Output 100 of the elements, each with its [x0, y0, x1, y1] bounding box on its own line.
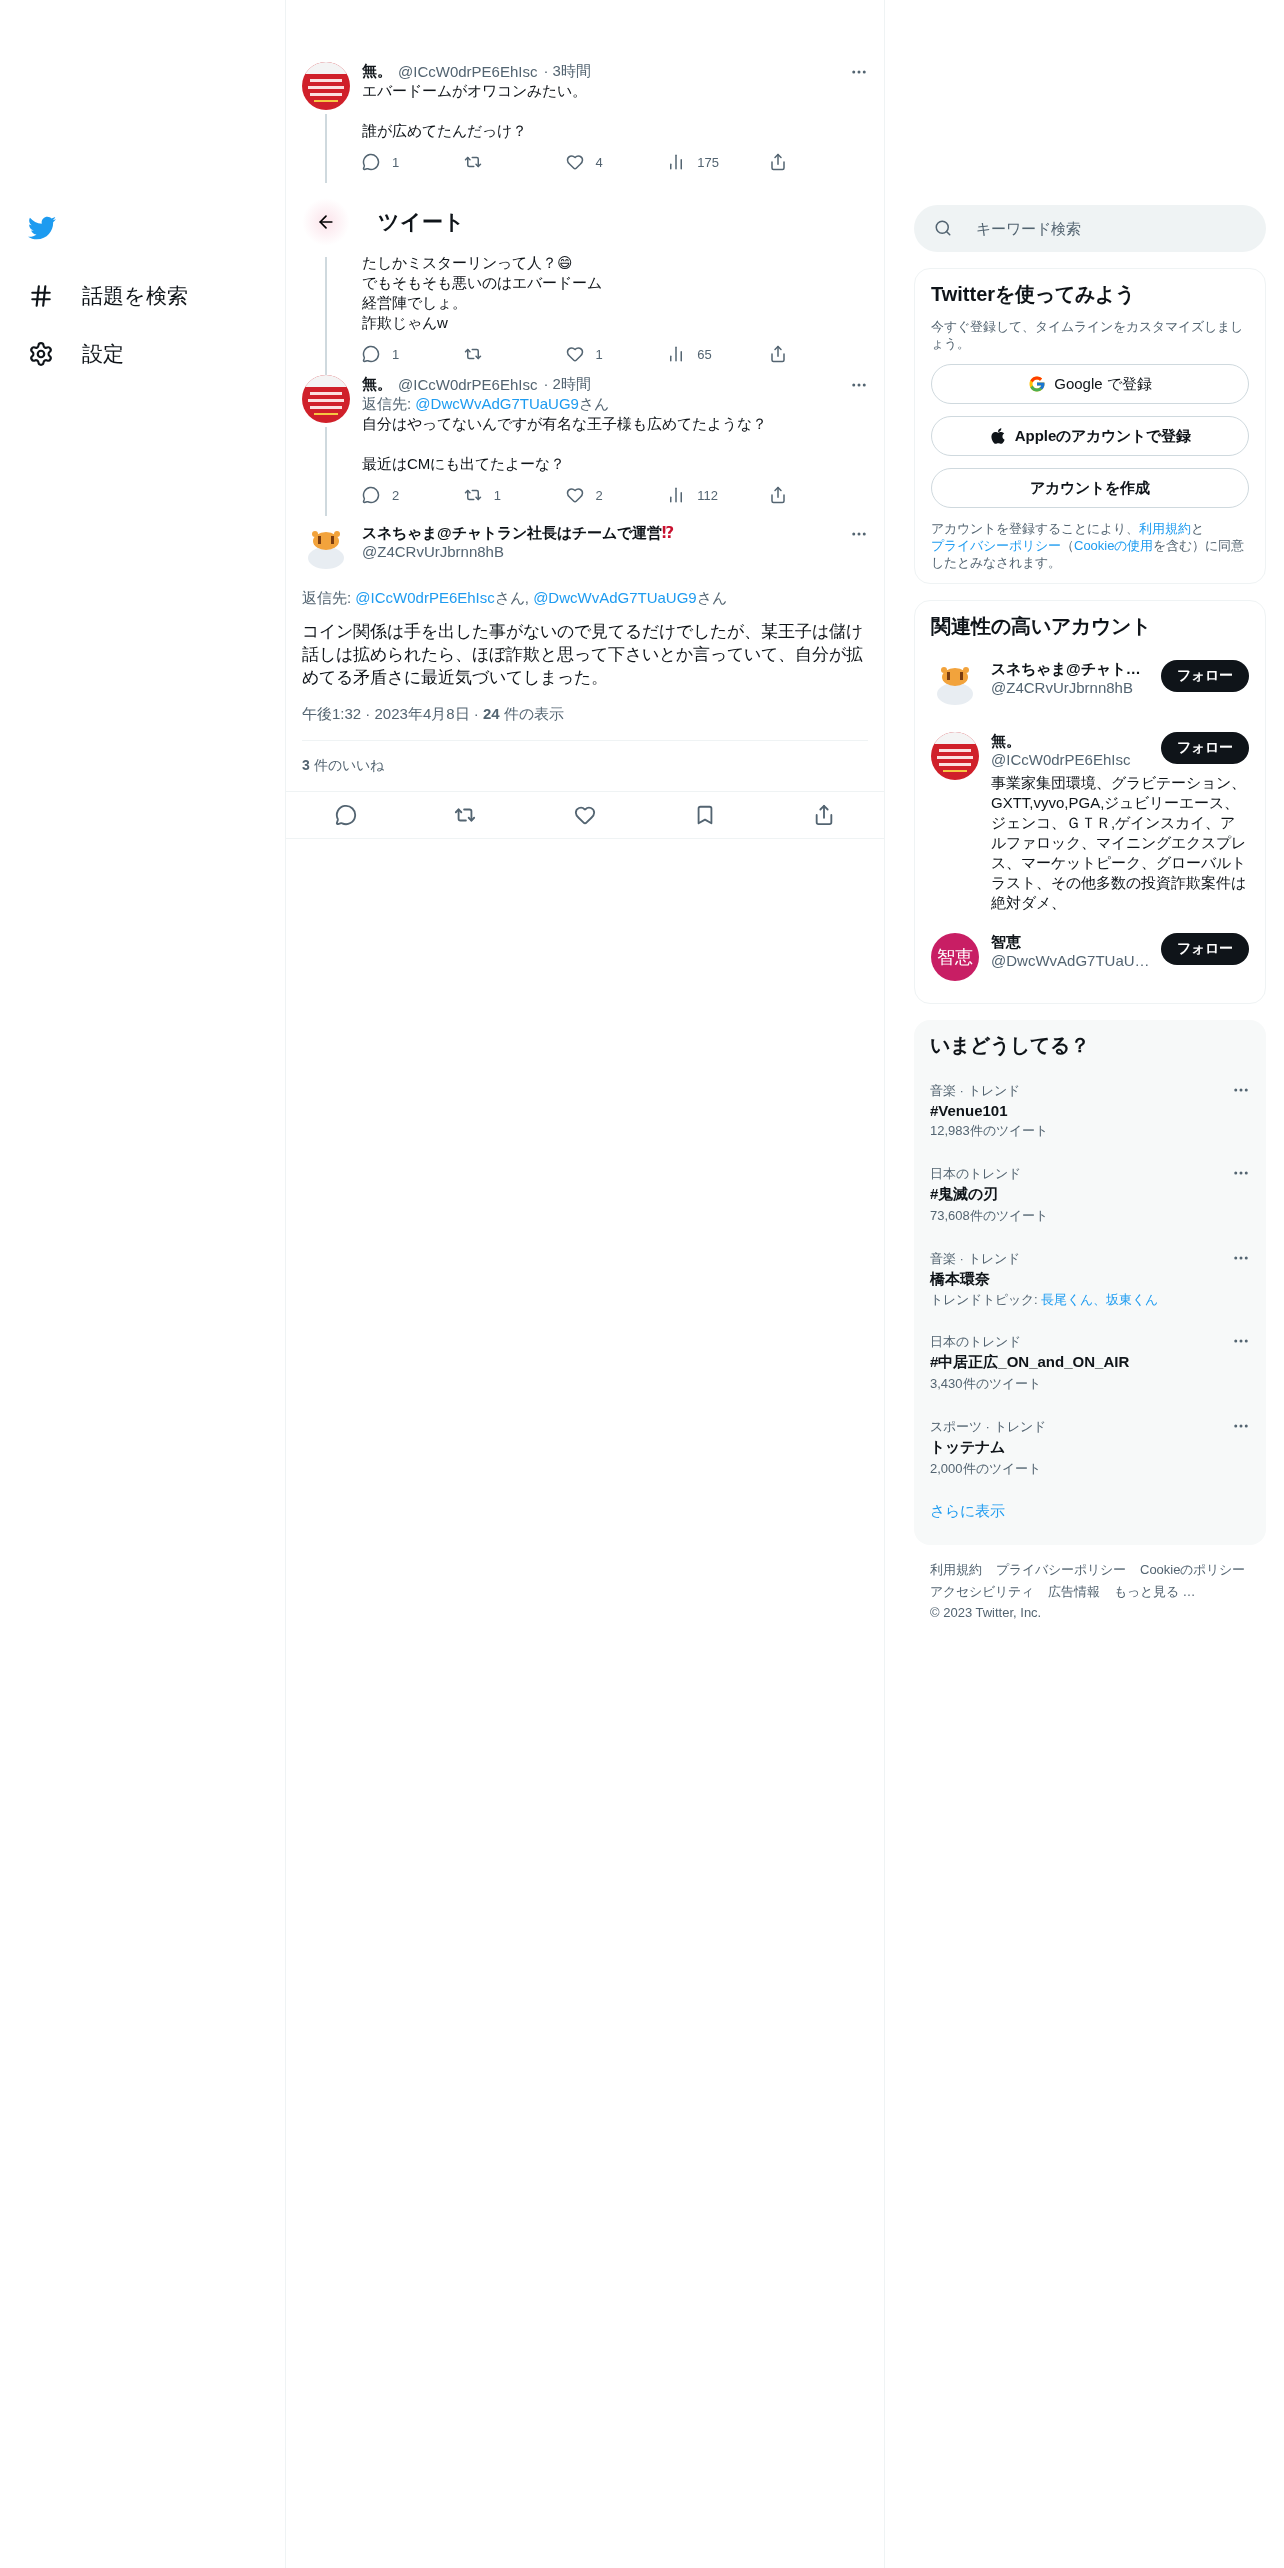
reply-icon: [362, 153, 380, 171]
tweet-time: · 2時間: [543, 375, 591, 394]
views-button[interactable]: 112: [667, 486, 748, 504]
card-title: Twitterを使ってみよう: [931, 282, 1137, 307]
signup-button[interactable]: Appleのアカウントで登録: [931, 416, 1249, 456]
copyright-text: © 2023 Twitter, Inc.: [930, 1605, 1042, 1620]
trend-title: #鬼滅の刃: [930, 1185, 1000, 1204]
settings-icon: [28, 341, 54, 367]
account-name: 無。: [991, 732, 1022, 751]
account-handle: @DwcWvAdG7TUaU…: [991, 952, 1150, 969]
avatar: 智恵: [931, 933, 979, 981]
heart-icon: [565, 345, 584, 363]
card-title: 関連性の高いアカウント: [931, 614, 1152, 639]
like-button[interactable]: 1: [565, 345, 646, 363]
tweet-text: エバードームがオワコンみたい。: [362, 81, 588, 101]
trend-item[interactable]: スポーツ · トレンド トッテナム 2,000件のツイート: [930, 1405, 1250, 1490]
signup-button[interactable]: アカウントを作成: [931, 468, 1249, 508]
share-icon: [769, 153, 787, 171]
like-button[interactable]: 2: [565, 486, 646, 504]
footer-link[interactable]: もっと見る …: [1114, 1583, 1196, 1601]
author-name: 無。: [362, 62, 392, 81]
reply-to-text: 返信先: @ICcW0drPE6EhIscさん, @DwcWvAdG7TUaUG9さん: [302, 588, 728, 608]
footer-link[interactable]: 利用規約: [930, 1561, 982, 1579]
retweet-button[interactable]: 1: [463, 486, 544, 504]
share-icon: [769, 486, 787, 504]
account-name: スネちゃま@チャト…: [991, 660, 1142, 679]
google-logo-icon: [1028, 375, 1047, 393]
heart-icon: [565, 153, 584, 171]
author-handle: @ICcW0drPE6EhIsc: [398, 63, 538, 80]
like-button[interactable]: 4: [565, 153, 646, 171]
signup-button[interactable]: Google で登録: [931, 364, 1249, 404]
trend-category: 日本のトレンド: [930, 1334, 1021, 1349]
trend-title: #Venue101: [930, 1102, 1009, 1119]
follow-button[interactable]: フォロー: [1161, 660, 1249, 692]
page-title: ツイート: [378, 209, 465, 235]
account-handle: @Z4CRvUrJbrnn8hB: [991, 679, 1133, 696]
nav-item[interactable]: 設定: [28, 340, 285, 368]
trend-topics: トレンドトピック: 長尾くん、坂東くん: [930, 1291, 1160, 1308]
search-field[interactable]: キーワード検索: [914, 205, 1266, 252]
author-name: 無。: [362, 375, 392, 394]
tweet-meta: 午後1:32 · 2023年4月8日 · 24 件の表示: [302, 705, 565, 724]
bird-logo-icon[interactable]: [28, 214, 56, 242]
footer-link[interactable]: アクセシビリティ: [930, 1583, 1034, 1601]
trend-category: 日本のトレンド: [930, 1166, 1021, 1181]
trend-item[interactable]: 音楽 · トレンド #Venue101 12,983件のツイート: [930, 1069, 1250, 1152]
card-subtitle: 今すぐ登録して、タイムラインをカスタマイズしましょう。: [931, 318, 1244, 352]
heart-icon: [565, 486, 584, 504]
tweet-text: コイン関係は手を出した事がないので見てるだけでしたが、某王子は儲け話しは拡められたら、ほぼ詐欺と思って下さいとか言っていて、自分が拡めてる矛盾さに最近気づいてしまった。: [302, 621, 864, 689]
account-name: 智恵: [991, 933, 1022, 952]
share-icon: [769, 345, 787, 363]
trend-count: 73,608件のツイート: [930, 1208, 1048, 1223]
trend-category: スポーツ · トレンド: [930, 1419, 1046, 1434]
trend-category: 音楽 · トレンド: [930, 1083, 1020, 1098]
apple-logo-icon: [988, 427, 1007, 445]
nav-item[interactable]: 話題を検索: [28, 282, 285, 310]
author-handle: @ICcW0drPE6EhIsc: [398, 376, 538, 393]
like-button[interactable]: [574, 804, 596, 826]
follow-button[interactable]: フォロー: [1161, 732, 1249, 764]
card-title: いまどうしてる？: [930, 1033, 1091, 1058]
reply-button[interactable]: 1: [362, 345, 442, 363]
trend-title: #中居正広_ON_and_ON_AIR: [930, 1353, 1131, 1372]
trend-item[interactable]: 日本のトレンド #鬼滅の刃 73,608件のツイート: [930, 1152, 1250, 1237]
views-button[interactable]: 175: [667, 153, 748, 171]
tweet-text: 最近はCMにも出てたよーな？: [362, 454, 567, 474]
likes-count: 3 件のいいね: [302, 740, 868, 791]
account-bio: 事業家集団環境、グラビテーション、GXTT,vyvo,PGA,ジュビリーエース、ジェンコ、ＧＴＲ,ゲインスカイ、アルファロック、マイニングエクスプレス、マーケットピーク、グローバルトラスト、その他多数の投資詐欺案件は絶対ダメ、: [991, 773, 1247, 913]
follow-button[interactable]: フォロー: [1161, 933, 1249, 965]
reply-icon: [362, 486, 380, 504]
trend-count: 2,000件のツイート: [930, 1461, 1041, 1476]
reply-to-text: 返信先: @DwcWvAdG7TUaUG9さん: [362, 394, 610, 414]
trend-title: トッテナム: [930, 1438, 1006, 1457]
tweet-text: たしかミスターリンって人？😄: [362, 253, 574, 273]
tweet-text: でもそもそも悪いのはエバードーム: [362, 273, 603, 293]
reply-icon: [334, 804, 357, 826]
share-button[interactable]: [769, 345, 787, 363]
search-icon: [934, 219, 952, 237]
author-handle: @Z4CRvUrJbrnn8hB: [362, 543, 504, 560]
trend-category: 音楽 · トレンド: [930, 1251, 1020, 1266]
reply-button[interactable]: 2: [362, 486, 442, 504]
trend-count: 12,983件のツイート: [930, 1123, 1048, 1138]
reply-icon: [362, 345, 380, 363]
heart-icon: [574, 804, 596, 826]
tweet-text: 自分はやってないんですが有名な王子様も広めてたような？: [362, 414, 768, 434]
share-button[interactable]: [769, 153, 787, 171]
trend-title: 橋本環奈: [930, 1270, 991, 1289]
author-name: スネちゃま@チャトラン社長はチームで運営⁉: [362, 524, 675, 543]
reply-button[interactable]: [334, 804, 357, 826]
trend-item[interactable]: 音楽 · トレンド 橋本環奈 トレンドトピック: 長尾くん、坂東くん: [930, 1237, 1250, 1320]
views-button[interactable]: 65: [667, 345, 748, 363]
tweet-text: 経営陣でしょ。: [362, 293, 468, 313]
account-handle: @ICcW0drPE6EhIsc: [991, 751, 1131, 768]
footer-link[interactable]: プライバシーポリシー: [996, 1561, 1126, 1579]
trend-item[interactable]: 日本のトレンド #中居正広_ON_and_ON_AIR 3,430件のツイート: [930, 1320, 1250, 1405]
legal-text: アカウントを登録することにより、利用規約 と プライバシーポリシー（Cookieの使用を含む）に同意したとみなされます。: [931, 520, 1246, 571]
footer-link[interactable]: 広告情報: [1048, 1583, 1100, 1601]
tweet-text: 詐欺じゃんw: [362, 313, 449, 333]
share-button[interactable]: [769, 486, 787, 504]
hashtag-icon: [28, 283, 54, 309]
footer-link[interactable]: Cookieのポリシー: [1140, 1561, 1246, 1579]
reply-button[interactable]: 1: [362, 153, 442, 171]
